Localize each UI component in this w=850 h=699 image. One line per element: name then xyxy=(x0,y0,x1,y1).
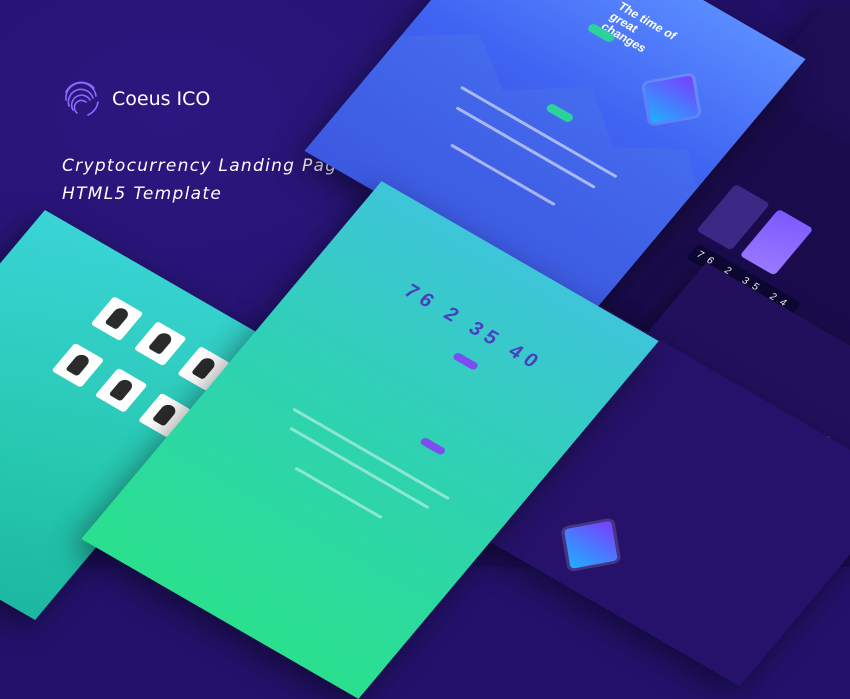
tagline-line-2: HTML5 Template xyxy=(62,184,223,204)
partners-row xyxy=(292,407,451,501)
brand-name: Coeus ICO xyxy=(112,88,211,110)
brand: Coeus ICO xyxy=(60,78,210,120)
crypto-cubes-illustration xyxy=(644,75,699,124)
team-avatar xyxy=(133,321,187,367)
team-avatar xyxy=(90,296,144,342)
fingerprint-icon xyxy=(60,78,102,120)
tagline: Cryptocurrency Landing Page HTML5 Templa… xyxy=(62,152,349,208)
partners-row xyxy=(289,426,430,510)
crypto-cubes-illustration xyxy=(563,520,618,569)
tagline-line-1: Cryptocurrency Landing Page xyxy=(62,156,350,176)
green-secondary-button xyxy=(419,436,447,456)
team-avatar xyxy=(94,367,148,413)
team-avatar xyxy=(51,342,105,388)
green-cta-button xyxy=(451,351,480,371)
